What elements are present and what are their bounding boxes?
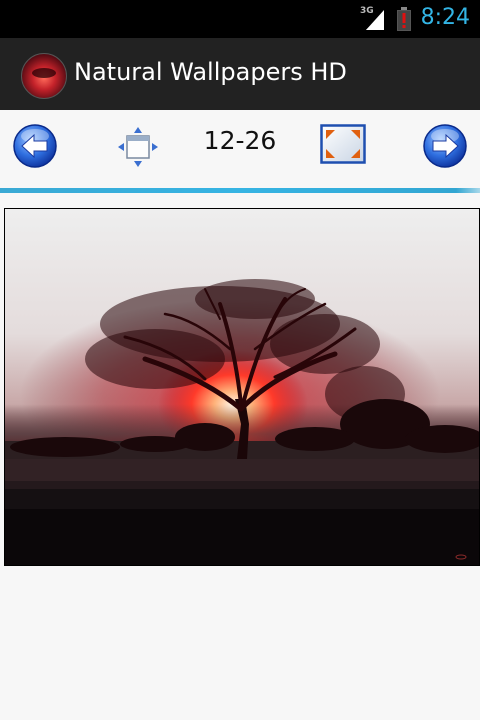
status-bar: 3G 8:24 (0, 0, 480, 38)
next-arrow-icon (423, 124, 467, 168)
prev-arrow-icon (13, 124, 57, 168)
resize-button[interactable] (116, 125, 160, 169)
clock: 8:24 (420, 5, 470, 30)
fullscreen-icon (320, 124, 366, 164)
action-bar: Natural Wallpapers HD (0, 38, 480, 110)
tree-sunset-image (5, 209, 479, 565)
app-title: Natural Wallpapers HD (74, 58, 347, 86)
signal-icon: 3G (360, 6, 388, 32)
battery-alert-icon (396, 7, 412, 31)
wallpaper-image[interactable] (4, 208, 480, 566)
app-icon[interactable] (21, 53, 67, 99)
next-button[interactable] (422, 123, 468, 169)
prev-button[interactable] (12, 123, 58, 169)
navigation-toolbar: 12-26 (0, 110, 480, 188)
fullscreen-button[interactable] (320, 124, 366, 164)
wallpaper-counter: 12-26 (203, 126, 277, 155)
resize-icon (118, 127, 158, 167)
toolbar-divider (0, 188, 480, 193)
